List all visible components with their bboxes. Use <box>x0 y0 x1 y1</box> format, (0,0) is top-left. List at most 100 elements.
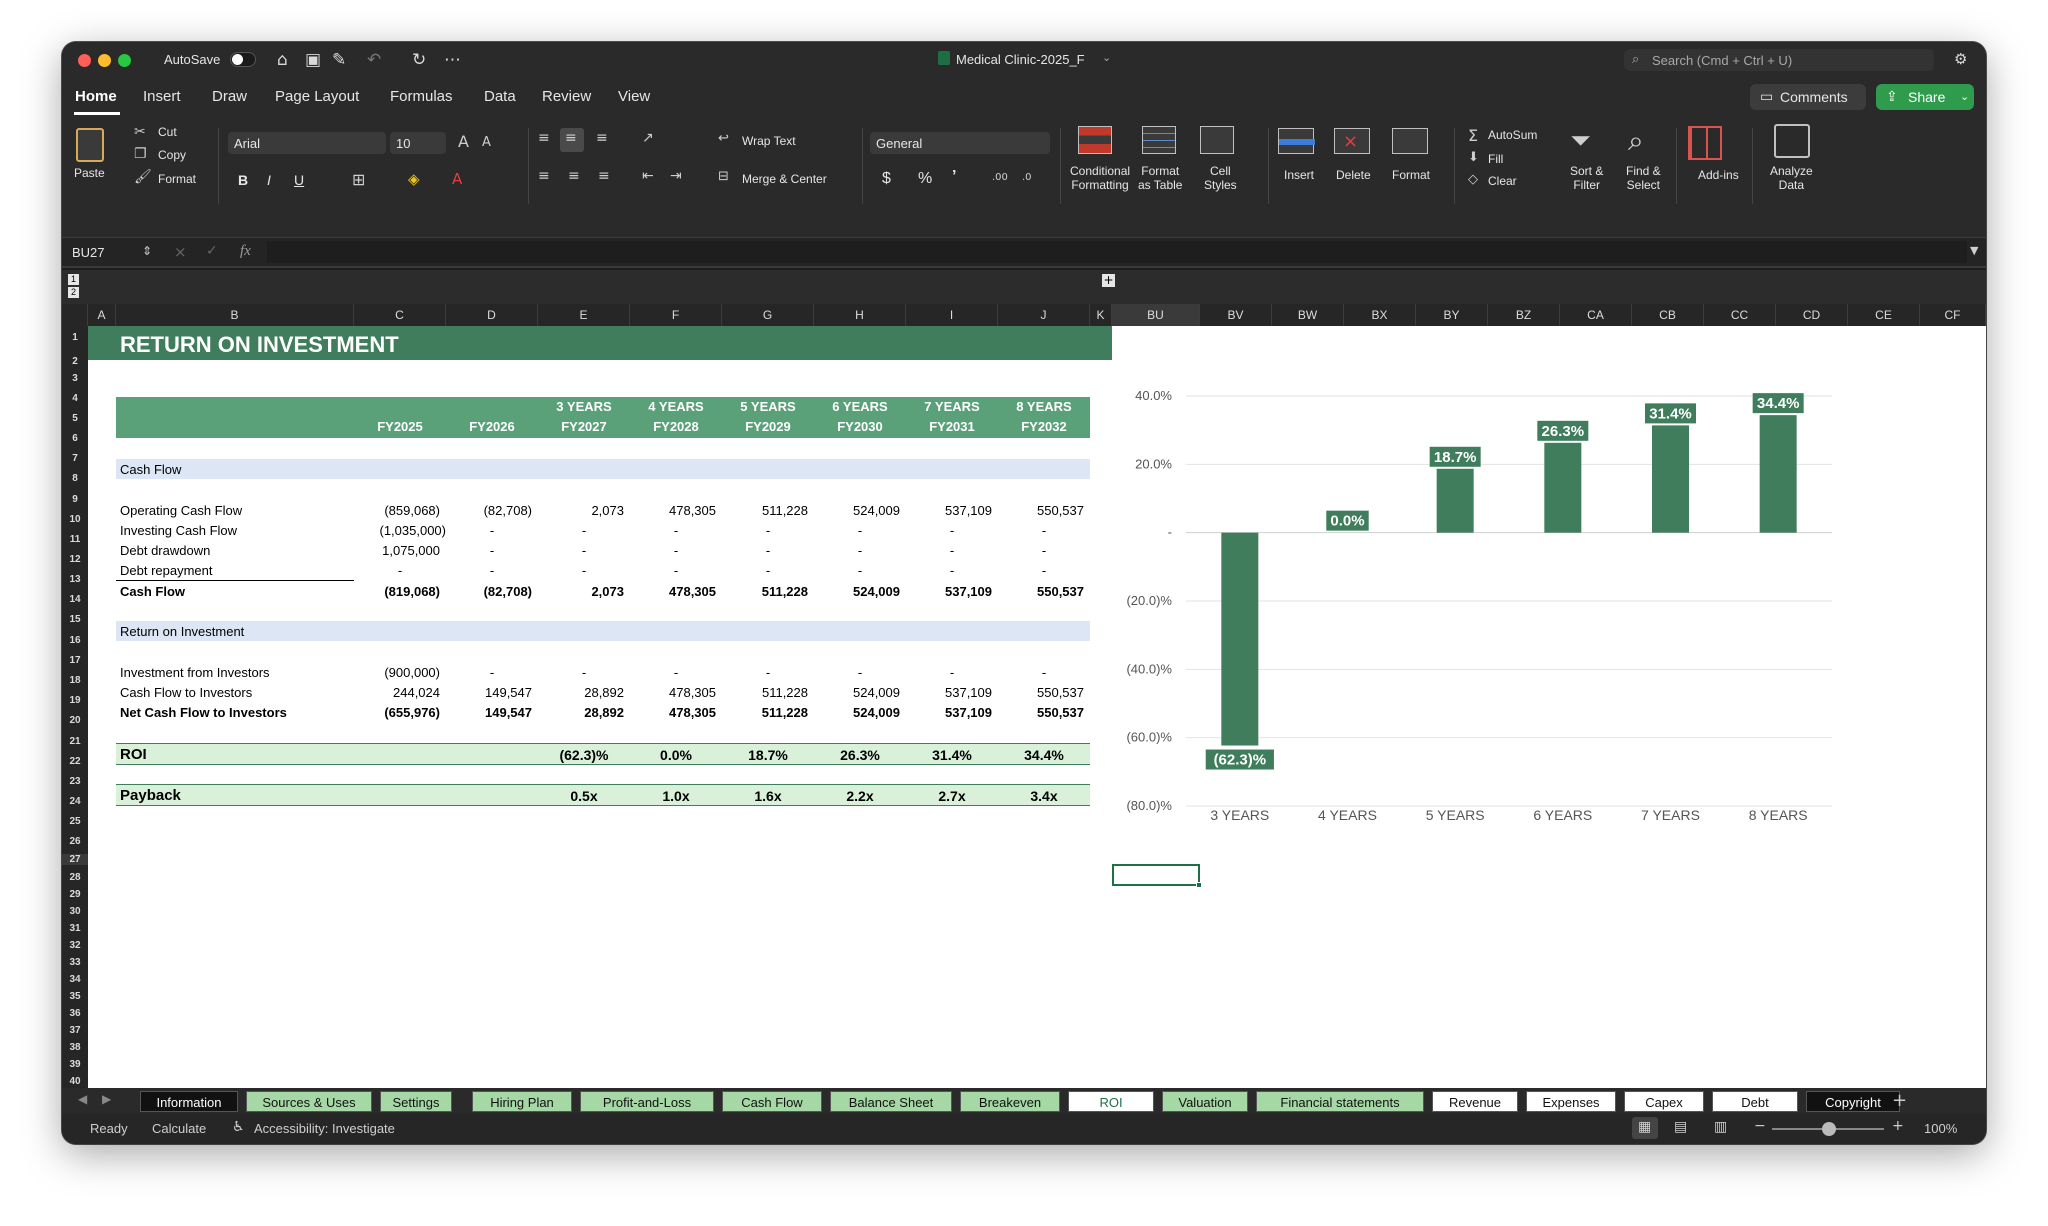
col-header[interactable]: CF <box>1920 304 1986 326</box>
fill-color-icon[interactable]: ◈ <box>408 170 420 188</box>
comments-button[interactable]: ▭ Comments <box>1750 84 1866 110</box>
row-header[interactable]: 36 <box>62 1008 88 1019</box>
row-header[interactable]: 23 <box>62 776 88 787</box>
format-painter-icon[interactable]: 🖌 <box>134 169 152 185</box>
decrease-font-icon[interactable]: A <box>482 135 491 150</box>
formula-input[interactable] <box>267 241 1967 263</box>
cell-styles-icon[interactable] <box>1200 126 1234 154</box>
row-header[interactable]: 1 <box>62 332 88 343</box>
font-name-select[interactable]: Arial <box>228 132 386 154</box>
outline-level-1[interactable]: 1 <box>68 274 79 285</box>
row-header[interactable]: 32 <box>62 940 88 951</box>
normal-view-button[interactable]: ▦ <box>1632 1117 1658 1139</box>
insert-cells-icon[interactable] <box>1278 128 1315 154</box>
file-name[interactable]: Medical Clinic-2025_F <box>956 52 1085 67</box>
function-icon[interactable]: fx <box>240 243 251 260</box>
row-header[interactable]: 24 <box>62 796 88 807</box>
tab-home[interactable]: Home <box>75 88 117 105</box>
row-header[interactable]: 22 <box>62 756 88 767</box>
close-window-button[interactable] <box>78 54 91 67</box>
sheet-tab[interactable]: Sources & Uses <box>246 1091 372 1112</box>
find-select-button[interactable]: Find & Select <box>1626 164 1661 192</box>
borders-icon[interactable]: ⊞ <box>352 170 365 189</box>
row-header[interactable]: 19 <box>62 695 88 706</box>
tab-page-layout[interactable]: Page Layout <box>275 88 359 105</box>
sheet-tab[interactable]: Expenses <box>1526 1091 1616 1112</box>
search-input[interactable]: ⌕ Search (Cmd + Ctrl + U) <box>1624 49 1934 71</box>
bold-button[interactable]: B <box>238 172 248 188</box>
format-cells-button[interactable]: Format <box>1392 168 1430 182</box>
increase-font-icon[interactable]: A <box>458 132 469 151</box>
align-top-icon[interactable]: ≡ <box>538 130 550 146</box>
row-header[interactable]: 20 <box>62 715 88 726</box>
eraser-icon[interactable]: ◇ <box>1468 172 1478 187</box>
conditional-formatting-icon[interactable] <box>1078 126 1112 154</box>
row-header[interactable]: 38 <box>62 1042 88 1053</box>
paste-icon[interactable] <box>76 128 104 162</box>
tab-draw[interactable]: Draw <box>212 88 247 105</box>
row-header[interactable]: 7 <box>62 453 88 464</box>
format-painter-button[interactable]: Format <box>158 172 196 186</box>
row-header[interactable]: 35 <box>62 991 88 1002</box>
col-header[interactable]: BV <box>1200 304 1272 326</box>
sheet-tab-active[interactable]: ROI <box>1068 1091 1154 1112</box>
row-header[interactable]: 30 <box>62 906 88 917</box>
autosave-toggle[interactable] <box>230 52 256 67</box>
row-header[interactable]: 28 <box>62 872 88 883</box>
row-header[interactable]: 5 <box>62 413 88 424</box>
col-header[interactable]: CC <box>1704 304 1776 326</box>
format-as-table-icon[interactable] <box>1142 126 1176 154</box>
row-header[interactable]: 25 <box>62 816 88 827</box>
underline-button[interactable]: U <box>294 172 304 188</box>
col-header[interactable]: CD <box>1776 304 1848 326</box>
accessibility-button[interactable]: Accessibility: Investigate <box>254 1121 395 1136</box>
tab-insert[interactable]: Insert <box>143 88 181 105</box>
row-header[interactable]: 21 <box>62 736 88 747</box>
row-header-selected[interactable]: 27 <box>62 854 88 865</box>
row-header[interactable]: 6 <box>62 433 88 444</box>
increase-indent-icon[interactable]: ⇥ <box>670 168 682 184</box>
col-header[interactable]: F <box>630 304 722 326</box>
delete-cells-button[interactable]: Delete <box>1336 168 1371 182</box>
profile-icon[interactable]: ⚙ <box>1954 50 1967 68</box>
zoom-window-button[interactable] <box>118 54 131 67</box>
percent-button[interactable]: % <box>918 170 932 188</box>
row-header[interactable]: 10 <box>62 514 88 525</box>
row-header[interactable]: 2 <box>62 356 88 367</box>
expand-group-icon[interactable]: + <box>1102 274 1115 287</box>
add-sheet-icon[interactable]: + <box>1892 1090 1907 1111</box>
analyze-data-button[interactable]: Analyze Data <box>1770 164 1813 192</box>
format-cells-icon[interactable] <box>1392 128 1428 154</box>
row-header[interactable]: 13 <box>62 574 88 585</box>
col-header[interactable]: BY <box>1416 304 1488 326</box>
row-header[interactable]: 3 <box>62 373 88 384</box>
sheet-tab[interactable]: Financial statements <box>1256 1091 1424 1112</box>
sheet-tab[interactable]: Debt <box>1712 1091 1798 1112</box>
sheet-tab[interactable]: Copyright <box>1806 1091 1900 1112</box>
col-header[interactable]: BX <box>1344 304 1416 326</box>
row-header[interactable]: 31 <box>62 923 88 934</box>
align-middle-button[interactable]: ≡ <box>560 128 584 152</box>
share-button[interactable]: ⇪ Share ⌄ <box>1876 84 1974 110</box>
row-header[interactable]: 26 <box>62 836 88 847</box>
outline-level-2[interactable]: 2 <box>68 287 79 298</box>
sheet-tab[interactable]: Breakeven <box>960 1091 1060 1112</box>
scissors-icon[interactable]: ✂ <box>134 124 146 140</box>
add-ins-button[interactable]: Add-ins <box>1698 168 1739 182</box>
calculate-button[interactable]: Calculate <box>152 1121 206 1136</box>
col-header[interactable]: CE <box>1848 304 1920 326</box>
align-bottom-icon[interactable]: ≡ <box>596 130 608 146</box>
col-header[interactable]: E <box>538 304 630 326</box>
row-header[interactable]: 17 <box>62 655 88 666</box>
col-header[interactable]: BW <box>1272 304 1344 326</box>
col-header[interactable]: CA <box>1560 304 1632 326</box>
sheet-tab[interactable]: Information <box>140 1091 238 1112</box>
row-header[interactable]: 37 <box>62 1025 88 1036</box>
sort-filter-button[interactable]: Sort & Filter <box>1570 164 1603 192</box>
sheet-tab[interactable]: Hiring Plan <box>472 1091 572 1112</box>
tab-formulas[interactable]: Formulas <box>390 88 453 105</box>
edit-icon[interactable]: ✎ <box>332 50 346 70</box>
row-header[interactable]: 16 <box>62 635 88 646</box>
delete-cells-icon[interactable]: × <box>1334 128 1370 154</box>
sheet-tab[interactable]: Capex <box>1624 1091 1704 1112</box>
